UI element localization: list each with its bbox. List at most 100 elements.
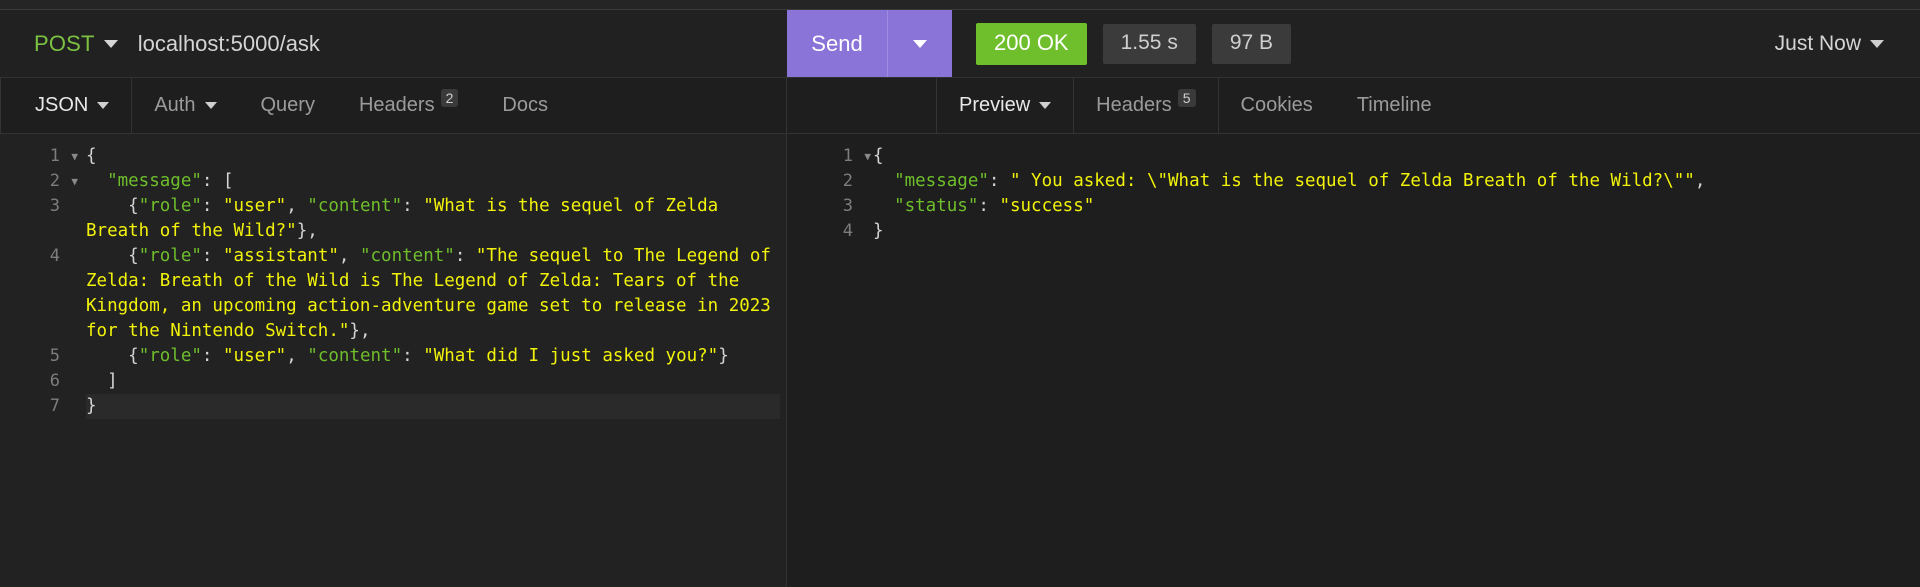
fold-chevron-down-icon[interactable]: ▼ (66, 144, 78, 169)
fold-chevron-down-icon[interactable]: ▼ (66, 169, 78, 194)
fold-chevron-down-icon[interactable]: ▼ (859, 144, 871, 169)
request-url-bar: POST localhost:5000/ask Send 200 OK 1.55… (0, 10, 1920, 78)
headers-response-count-badge: 5 (1177, 89, 1196, 107)
code-token: "content" (307, 196, 403, 216)
request-json-code[interactable]: { "message": [ {"role": "user", "content… (64, 134, 786, 587)
code-token: : (454, 246, 476, 266)
response-line-number: 3 (842, 196, 853, 216)
code-token: { (86, 146, 97, 166)
status-badge: 200 OK (976, 22, 1087, 65)
url-input[interactable]: localhost:5000/ask (138, 31, 320, 57)
code-token: : (201, 196, 223, 216)
code-token: "success" (999, 196, 1095, 216)
request-line-numbers: 1 ▼ 2 ▼ 3 4 5 6 7 (0, 134, 78, 587)
response-history-label: Just Now (1774, 31, 1861, 55)
code-token: { (86, 196, 139, 216)
tab-auth-label: Auth (154, 94, 196, 116)
send-button-group: Send (787, 10, 952, 77)
code-token: "assistant" (223, 246, 339, 266)
response-tabs: Preview Headers 5 Cookies Timeline (787, 78, 1920, 133)
code-token: "role" (138, 196, 202, 216)
request-body-editor[interactable]: 1 ▼ 2 ▼ 3 4 5 6 7 { "message": [ {"role": "user"… (0, 134, 787, 587)
rest-client-window: POST localhost:5000/ask Send 200 OK 1.55… (0, 0, 1920, 587)
code-token: "user" (223, 196, 287, 216)
request-line-number: 5 (49, 346, 60, 366)
code-token: : (402, 196, 424, 216)
tab-preview-label: Preview (959, 94, 1031, 116)
response-history-selector[interactable]: Just Now (1775, 32, 1920, 56)
response-size-chip: 97 B (1211, 23, 1292, 64)
send-chevron-down-icon (913, 39, 927, 48)
code-token: "user" (223, 346, 287, 366)
method-chevron-down-icon[interactable] (103, 39, 118, 48)
response-line-numbers: 1 ▼ 2 3 4 (787, 134, 871, 587)
code-token: "message" (107, 171, 202, 191)
request-line-number: 4 (49, 246, 60, 266)
request-line-number: 1 ▼ (0, 144, 78, 169)
tab-query[interactable]: Query (239, 78, 337, 133)
code-token: , (338, 246, 360, 266)
send-button[interactable]: Send (787, 10, 887, 77)
headers-request-count-badge: 2 (440, 89, 459, 107)
code-token: : (201, 246, 223, 266)
request-code-line: { (86, 144, 780, 169)
request-code-line: ] (86, 369, 780, 394)
http-method-label[interactable]: POST (34, 31, 95, 57)
tab-timeline[interactable]: Timeline (1335, 78, 1454, 133)
tab-cookies[interactable]: Cookies (1219, 78, 1335, 133)
code-token: : [ (201, 171, 234, 191)
response-code-line: { (873, 144, 1914, 169)
code-token: "content" (307, 346, 403, 366)
code-token: } (873, 221, 884, 241)
tab-docs-label: Docs (502, 94, 548, 116)
tab-json[interactable]: JSON (0, 78, 133, 133)
response-json-code: { "message": " You asked: \"What is the … (857, 134, 1920, 587)
code-token: { (86, 346, 139, 366)
code-token: "message" (894, 171, 989, 191)
preview-chevron-down-icon (1039, 102, 1052, 109)
code-token: "role" (138, 246, 202, 266)
code-token: ] (86, 371, 118, 391)
code-token: }, (349, 321, 371, 341)
tab-timeline-label: Timeline (1356, 94, 1432, 116)
response-status-bar: 200 OK 1.55 s 97 B Just Now (952, 10, 1920, 77)
tabs-row: JSON Auth Query Headers 2 Docs Preview H… (0, 78, 1920, 134)
code-token: : (988, 171, 1010, 191)
response-body-viewer[interactable]: 1 ▼ 2 3 4 { "message": " You asked: \"What i… (787, 134, 1920, 587)
code-token: } (86, 396, 97, 416)
url-input-area[interactable]: POST localhost:5000/ask (0, 10, 787, 77)
code-token: : (201, 346, 223, 366)
request-code-line: "message": [ (86, 169, 780, 194)
code-token: "content" (359, 246, 455, 266)
tab-headers-request[interactable]: Headers 2 (337, 78, 480, 133)
response-tabs-spacer (787, 78, 937, 133)
request-code-line: {"role": "user", "content": "What did I … (86, 344, 780, 369)
history-chevron-down-icon (1870, 39, 1884, 48)
code-token: { (873, 146, 884, 166)
request-line-number: 2 ▼ (0, 169, 78, 194)
response-time-chip: 1.55 s (1102, 23, 1196, 64)
code-token: "What did I just asked you?" (423, 346, 719, 366)
request-code-line: } (86, 394, 780, 419)
code-token: : (978, 196, 1000, 216)
tab-headers-response[interactable]: Headers 5 (1073, 78, 1219, 133)
response-code-line: } (873, 219, 1914, 244)
code-token: : (402, 346, 424, 366)
tab-cookies-label: Cookies (1240, 94, 1313, 116)
window-top-strip (0, 0, 1920, 10)
code-token: { (86, 246, 139, 266)
tab-auth[interactable]: Auth (132, 78, 238, 133)
editor-panes: 1 ▼ 2 ▼ 3 4 5 6 7 { "message": [ {"role": "user"… (0, 134, 1920, 587)
request-line-number: 3 (49, 196, 60, 216)
send-options-button[interactable] (888, 10, 952, 77)
response-line-number: 4 (842, 221, 853, 241)
tab-preview[interactable]: Preview (937, 78, 1073, 133)
request-code-line: {"role": "assistant", "content": "The se… (86, 244, 780, 344)
response-code-line: "status": "success" (873, 194, 1914, 219)
code-token: " You asked: \"What is the sequel of Zel… (1009, 171, 1695, 191)
tab-docs[interactable]: Docs (480, 78, 570, 133)
code-token: } (718, 346, 729, 366)
auth-chevron-down-icon (204, 102, 217, 109)
